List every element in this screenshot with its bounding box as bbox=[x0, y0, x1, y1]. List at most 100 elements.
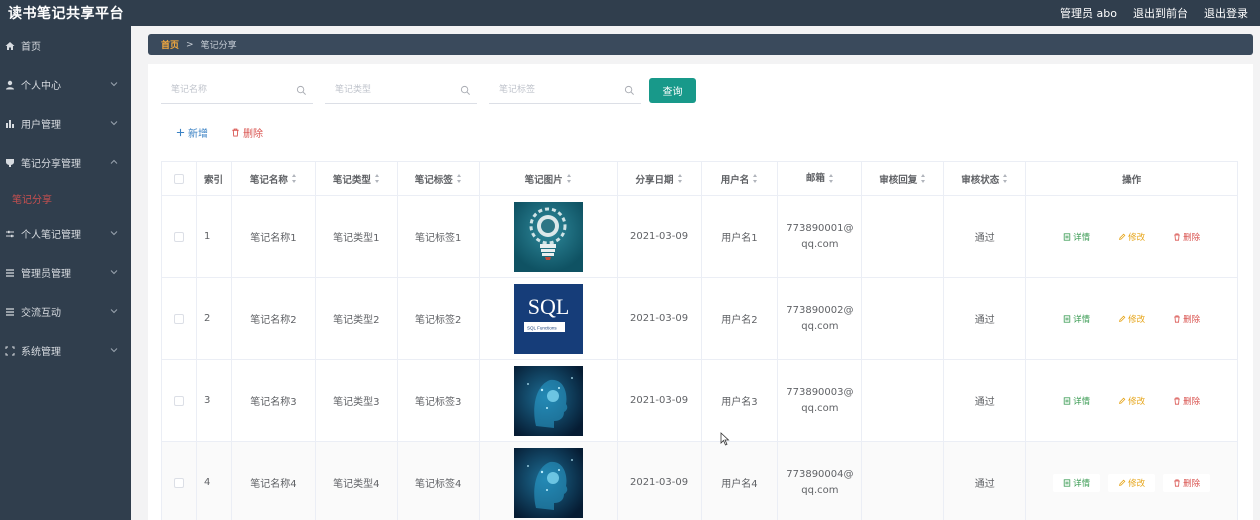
sort-icon[interactable] bbox=[677, 174, 683, 183]
row-checkbox[interactable] bbox=[173, 313, 184, 324]
row-checkbox[interactable] bbox=[173, 395, 184, 406]
edit-button[interactable]: 修改 bbox=[1108, 392, 1155, 410]
sidebar-item-note-share-management[interactable]: 笔记分享管理 bbox=[0, 143, 131, 182]
pencil-icon bbox=[1119, 397, 1126, 404]
row-reply bbox=[862, 196, 945, 277]
action-row: 新增 删除 bbox=[176, 125, 263, 140]
header-name[interactable]: 笔记名称 bbox=[232, 162, 316, 195]
detail-label: 详情 bbox=[1073, 232, 1091, 243]
delete-button[interactable]: 删除 bbox=[1163, 310, 1210, 328]
add-button[interactable]: 新增 bbox=[176, 125, 208, 140]
query-button[interactable]: 查询 bbox=[649, 78, 696, 103]
sidebar-item-label: 个人中心 bbox=[21, 81, 61, 92]
delete-button[interactable]: 删除 bbox=[1163, 228, 1210, 246]
sort-icon[interactable] bbox=[374, 174, 380, 183]
to-front-link[interactable]: 退出到前台 bbox=[1133, 5, 1188, 21]
sort-icon[interactable] bbox=[921, 174, 926, 183]
sidebar-item-home[interactable]: 首页 bbox=[0, 26, 131, 65]
delete-button-label: 删除 bbox=[243, 129, 263, 140]
trash-icon bbox=[1174, 233, 1180, 241]
row-ops: 详情 修改 删除 bbox=[1026, 278, 1238, 359]
sidebar-item-label: 笔记分享管理 bbox=[21, 159, 81, 170]
frame-icon bbox=[4, 345, 16, 357]
document-icon bbox=[1063, 478, 1071, 487]
edit-label: 修改 bbox=[1128, 314, 1146, 325]
detail-label: 详情 bbox=[1073, 478, 1091, 489]
chevron-down-icon bbox=[110, 121, 118, 126]
sidebar-item-interaction[interactable]: 交流互动 bbox=[0, 292, 131, 331]
row-checkbox[interactable] bbox=[173, 231, 184, 242]
sort-icon[interactable] bbox=[566, 174, 572, 183]
detail-button[interactable]: 详情 bbox=[1053, 310, 1100, 328]
sidebar-item-admin-management[interactable]: 管理员管理 bbox=[0, 253, 131, 292]
edit-button[interactable]: 修改 bbox=[1108, 228, 1155, 246]
sql-subtitle: SQL Functions bbox=[527, 325, 557, 330]
row-email: 773890002@ qq.com bbox=[778, 278, 863, 359]
sort-icon[interactable] bbox=[753, 174, 758, 183]
header-type[interactable]: 笔记类型 bbox=[316, 162, 398, 195]
email-line1: 773890004@ bbox=[786, 468, 854, 480]
row-image-cell: SQL SQL Functions bbox=[480, 278, 618, 359]
breadcrumb-current: 笔记分享 bbox=[200, 41, 237, 51]
logout-link[interactable]: 退出登录 bbox=[1204, 5, 1248, 21]
sort-icon[interactable] bbox=[1003, 174, 1008, 183]
sidebar-item-user-management[interactable]: 用户管理 bbox=[0, 104, 131, 143]
admin-label[interactable]: 管理员 abo bbox=[1060, 5, 1117, 21]
row-tag: 笔记标签4 bbox=[398, 442, 480, 520]
sql-title: SQL bbox=[527, 294, 569, 319]
edit-label: 修改 bbox=[1128, 396, 1146, 407]
note-type-input[interactable] bbox=[325, 78, 455, 102]
select-all-checkbox[interactable] bbox=[173, 173, 184, 184]
delete-label: 删除 bbox=[1183, 478, 1201, 489]
delete-button[interactable]: 删除 bbox=[1163, 392, 1210, 410]
mouse-cursor-icon bbox=[720, 432, 730, 446]
delete-button[interactable]: 删除 bbox=[1163, 473, 1211, 492]
delete-label: 删除 bbox=[1183, 232, 1201, 243]
list-icon bbox=[4, 267, 16, 279]
search-icon bbox=[296, 85, 306, 95]
sidebar-item-personal-center[interactable]: 个人中心 bbox=[0, 65, 131, 104]
row-image-cell bbox=[480, 360, 618, 441]
breadcrumb-home[interactable]: 首页 bbox=[161, 38, 179, 51]
table-row: 4 笔记名称4 笔记类型4 笔记标签4 2021-03-09 用户名4 7738… bbox=[162, 442, 1238, 520]
sort-icon[interactable] bbox=[456, 174, 462, 183]
header-select-all[interactable] bbox=[162, 162, 197, 195]
user-icon bbox=[4, 79, 16, 91]
sql-functions-thumbnail[interactable]: SQL SQL Functions bbox=[513, 283, 583, 354]
header-reply[interactable]: 审核回复 bbox=[862, 162, 945, 195]
header-date[interactable]: 分享日期 bbox=[618, 162, 702, 195]
ai-head-thumbnail[interactable] bbox=[513, 365, 583, 436]
header-user[interactable]: 用户名 bbox=[702, 162, 779, 195]
note-tag-input[interactable] bbox=[489, 78, 619, 102]
header-image[interactable]: 笔记图片 bbox=[480, 162, 618, 195]
header-email[interactable]: 邮箱 bbox=[778, 162, 863, 195]
row-tag: 笔记标签2 bbox=[398, 278, 480, 359]
header-index: 索引 bbox=[197, 162, 232, 195]
ai-head-thumbnail[interactable] bbox=[513, 447, 583, 518]
row-index: 4 bbox=[197, 442, 232, 520]
row-name: 笔记名称1 bbox=[232, 196, 316, 277]
chevron-up-icon bbox=[110, 159, 118, 164]
sidebar-item-personal-notes[interactable]: 个人笔记管理 bbox=[0, 214, 131, 253]
trash-icon bbox=[1174, 397, 1180, 405]
note-name-input[interactable] bbox=[161, 78, 291, 102]
header-user-label: 用户名 bbox=[720, 174, 750, 186]
lightbulb-gears-thumbnail[interactable] bbox=[513, 201, 583, 272]
edit-button[interactable]: 修改 bbox=[1108, 473, 1156, 492]
sidebar-item-system-management[interactable]: 系统管理 bbox=[0, 331, 131, 370]
sidebar-item-label: 首页 bbox=[21, 42, 41, 53]
row-checkbox[interactable] bbox=[173, 477, 184, 488]
trash-icon bbox=[1174, 315, 1180, 323]
sort-icon[interactable] bbox=[828, 174, 834, 183]
detail-button[interactable]: 详情 bbox=[1053, 228, 1100, 246]
edit-button[interactable]: 修改 bbox=[1108, 310, 1155, 328]
detail-button[interactable]: 详情 bbox=[1053, 473, 1101, 492]
detail-button[interactable]: 详情 bbox=[1053, 392, 1100, 410]
sort-icon[interactable] bbox=[291, 174, 297, 183]
header-tag[interactable]: 笔记标签 bbox=[398, 162, 480, 195]
sidebar-subitem-note-share[interactable]: 笔记分享 bbox=[0, 182, 131, 214]
edit-label: 修改 bbox=[1128, 232, 1146, 243]
header-status[interactable]: 审核状态 bbox=[944, 162, 1027, 195]
row-index: 3 bbox=[197, 360, 232, 441]
batch-delete-button[interactable]: 删除 bbox=[231, 125, 263, 140]
